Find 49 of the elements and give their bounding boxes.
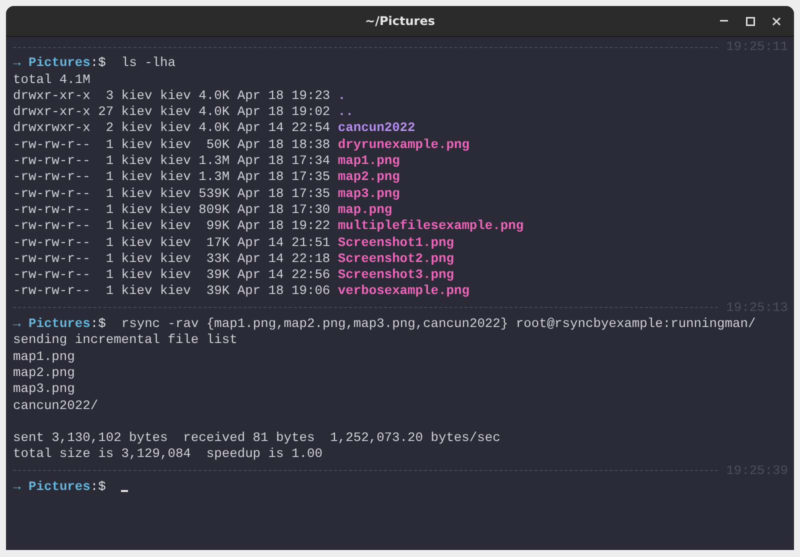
file-info: -rw-rw-r-- 1 kiev kiev 39K Apr 18 19:06 <box>13 283 330 298</box>
file-info: -rw-rw-r-- 1 kiev kiev 1.3M Apr 18 17:34 <box>13 153 330 168</box>
output-line: map1.png <box>13 348 75 364</box>
file-name: multiplefilesexample.png <box>338 218 524 234</box>
file-info: drwxr-xr-x 27 kiev kiev 4.0K Apr 18 19:02 <box>13 104 330 120</box>
output-line: map2.png <box>13 364 75 380</box>
prompt-arrow: → <box>13 316 21 332</box>
prompt-symbol: :$ <box>90 55 106 70</box>
minimize-icon <box>720 20 728 22</box>
file-name: Screenshot3.png <box>338 267 454 282</box>
prompt-directory: Pictures <box>28 55 90 70</box>
file-name: map1.png <box>338 153 400 168</box>
file-info: -rw-rw-r-- 1 kiev kiev 1.3M Apr 18 17:35 <box>13 169 330 184</box>
file-info: drwxr-xr-x 3 kiev kiev 4.0K Apr 18 19:23 <box>13 88 330 103</box>
file-name: map.png <box>338 202 392 217</box>
file-info: drwxrwxr-x 2 kiev kiev 4.0K Apr 14 22:54 <box>13 120 330 136</box>
window-title: ~/Pictures <box>365 14 435 28</box>
prompt-symbol: :$ <box>90 479 106 494</box>
prompt-directory: Pictures <box>28 479 90 494</box>
file-info: -rw-rw-r-- 1 kiev kiev 33K Apr 14 22:18 <box>13 250 330 266</box>
output-line: sent 3,130,102 bytes received 81 bytes 1,252,073.20 bytes/sec <box>13 430 500 446</box>
output-line: total 4.1M <box>13 72 90 87</box>
file-name: map2.png <box>338 169 400 184</box>
output-line: sending incremental file list <box>13 332 238 348</box>
file-name: Screenshot2.png <box>338 250 454 266</box>
directory-name: cancun2022 <box>338 120 416 136</box>
file-name: verbosexample.png <box>338 283 470 298</box>
file-info: -rw-rw-r-- 1 kiev kiev 539K Apr 18 17:35 <box>13 186 330 201</box>
prompt-arrow: → <box>13 479 21 494</box>
output-line: total size is 3,129,084 speedup is 1.00 <box>13 446 322 462</box>
directory-name: .. <box>338 104 354 120</box>
prompt-symbol: :$ <box>90 316 106 332</box>
file-info: -rw-rw-r-- 1 kiev kiev 50K Apr 18 18:38 <box>13 136 330 152</box>
file-name: dryrunexample.png <box>338 136 470 152</box>
file-info: -rw-rw-r-- 1 kiev kiev 17K Apr 14 21:51 <box>13 234 330 250</box>
command-text: ls -lha <box>121 55 176 70</box>
close-icon <box>772 16 780 26</box>
file-name: map3.png <box>338 186 400 201</box>
output-line: map3.png <box>13 381 75 396</box>
output-line: cancun2022/ <box>13 398 98 413</box>
file-info: -rw-rw-r-- 1 kiev kiev 99K Apr 18 19:22 <box>13 218 330 234</box>
prompt-directory: Pictures <box>28 316 90 332</box>
directory-name: . <box>338 88 346 103</box>
file-info: -rw-rw-r-- 1 kiev kiev 809K Apr 18 17:30 <box>13 202 330 217</box>
file-name: Screenshot1.png <box>338 234 454 250</box>
prompt-arrow: → <box>13 55 21 70</box>
file-info: -rw-rw-r-- 1 kiev kiev 39K Apr 14 22:56 <box>13 267 330 282</box>
command-text: rsync -rav {map1.png,map2.png,map3.png,cancun2022} root@rsyncbyexample:runningman/ <box>121 316 756 332</box>
maximize-icon <box>746 16 754 26</box>
